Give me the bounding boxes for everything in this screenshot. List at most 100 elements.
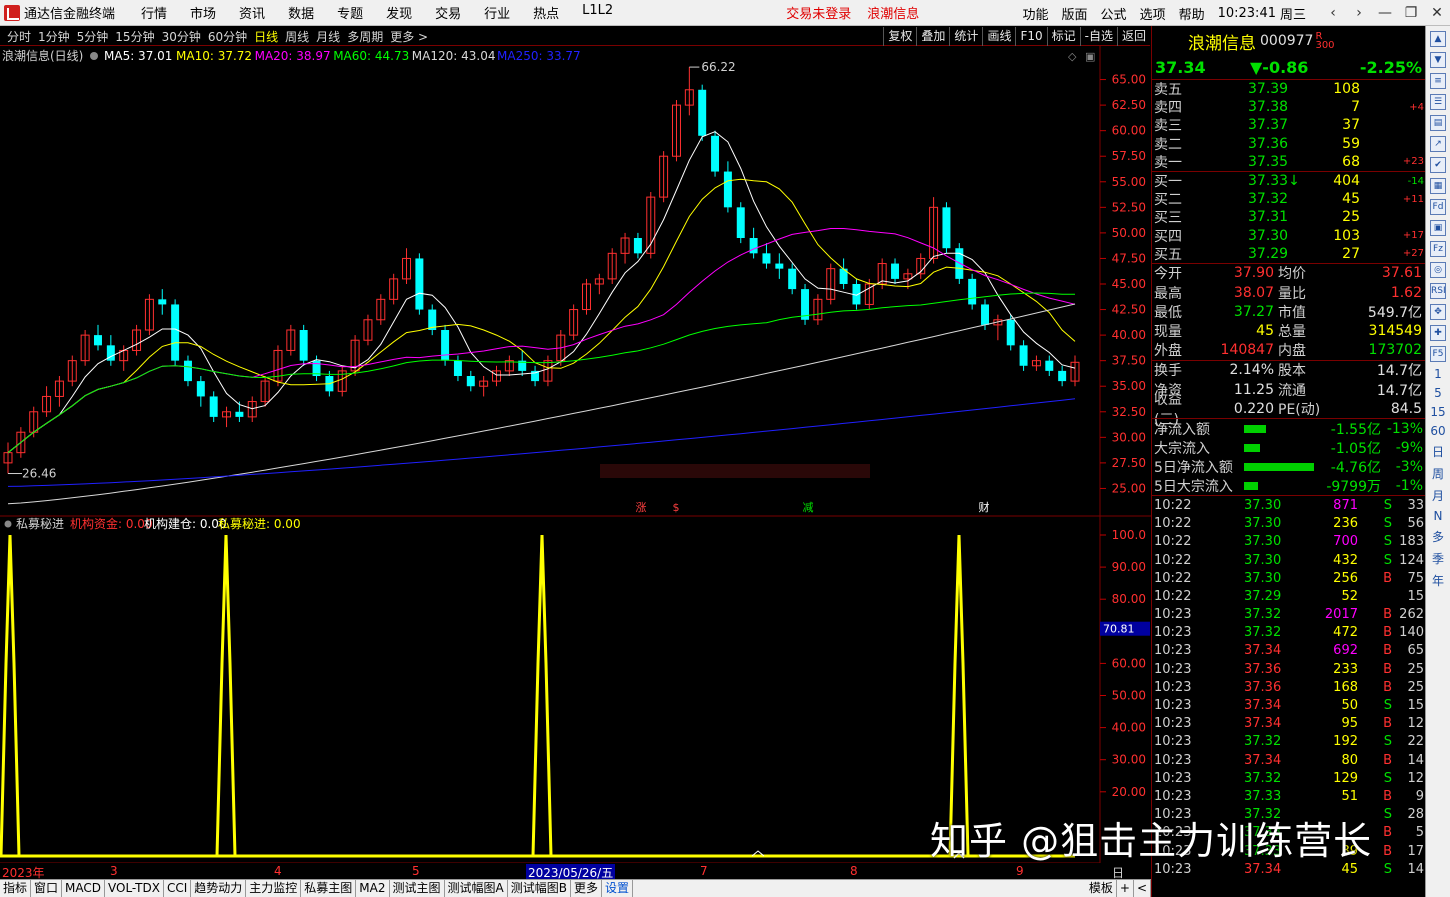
event-mark-1[interactable]: $ bbox=[673, 501, 680, 514]
right-tool-icon[interactable]: ▣ bbox=[1430, 220, 1446, 236]
ask-row[interactable]: 卖三 37.37 37 bbox=[1152, 116, 1425, 134]
right-tool-icon[interactable]: Fd bbox=[1430, 199, 1446, 215]
period-tab-4[interactable]: 30分钟 bbox=[162, 28, 201, 45]
bottom-tab-1[interactable]: 窗口 bbox=[31, 880, 63, 897]
period-tab-5[interactable]: 60分钟 bbox=[208, 28, 247, 45]
right-menu-item-3[interactable]: 选项 bbox=[1140, 4, 1166, 23]
right-tool-icon[interactable]: ☰ bbox=[1430, 94, 1446, 110]
restore-icon[interactable]: ❐ bbox=[1398, 5, 1424, 21]
menu-item-9[interactable]: L1L2 bbox=[582, 3, 613, 22]
bottom-tab-3[interactable]: VOL-TDX bbox=[105, 880, 164, 897]
forward-arrow-icon[interactable]: › bbox=[1346, 5, 1372, 21]
bid-row[interactable]: 买五 37.29 27 +27 bbox=[1152, 245, 1425, 263]
toolbar-btn-3[interactable]: 画线 bbox=[982, 27, 1015, 46]
toolbar-btn-1[interactable]: 叠加 bbox=[916, 27, 949, 46]
toolbar-btn-2[interactable]: 统计 bbox=[949, 27, 982, 46]
right-period-10[interactable]: 年 bbox=[1426, 572, 1450, 589]
event-mark-3[interactable]: 财 bbox=[979, 500, 990, 514]
right-tool-icon[interactable]: ✥ bbox=[1430, 304, 1446, 320]
right-period-3[interactable]: 60 bbox=[1426, 424, 1450, 438]
right-tool-icon[interactable]: ✔ bbox=[1430, 157, 1446, 173]
period-tab-10[interactable]: 更多 > bbox=[390, 28, 428, 45]
period-tab-8[interactable]: 月线 bbox=[316, 28, 340, 45]
right-period-0[interactable]: 1 bbox=[1426, 367, 1450, 381]
bottom-tab-11[interactable]: 测试幅图B bbox=[508, 880, 571, 897]
bottom-tab-10[interactable]: 测试幅图A bbox=[445, 880, 508, 897]
trade-status-link[interactable]: 交易未登录 bbox=[786, 3, 851, 22]
bottom-tab-4[interactable]: CCI bbox=[164, 880, 192, 897]
ask-row[interactable]: 卖一 37.35 68 +23 bbox=[1152, 153, 1425, 171]
bottom-tab-5[interactable]: 趋势动力 bbox=[191, 880, 247, 897]
right-tool-icon[interactable]: ◎ bbox=[1430, 262, 1446, 278]
bottom-tab-6[interactable]: 主力监控 bbox=[246, 880, 302, 897]
right-tool-icon[interactable]: ↗ bbox=[1430, 136, 1446, 152]
bottom-tab-12[interactable]: 更多 bbox=[571, 880, 602, 897]
period-tab-0[interactable]: 分时 bbox=[7, 28, 31, 45]
ask-row[interactable]: 卖五 37.39 108 bbox=[1152, 80, 1425, 98]
right-menu-item-4[interactable]: 帮助 bbox=[1179, 4, 1205, 23]
indicator-settings-icon[interactable] bbox=[4, 520, 12, 528]
period-tab-7[interactable]: 周线 bbox=[285, 28, 309, 45]
toolbar-btn-4[interactable]: F10 bbox=[1015, 27, 1046, 46]
ask-row[interactable]: 卖四 37.38 7 +4 bbox=[1152, 98, 1425, 116]
ask-row[interactable]: 卖二 37.36 59 bbox=[1152, 135, 1425, 153]
right-tool-icon[interactable]: ▦ bbox=[1430, 178, 1446, 194]
right-tool-icon[interactable]: F5 bbox=[1430, 346, 1446, 362]
right-tool-icon[interactable]: Fz bbox=[1430, 241, 1446, 257]
menu-item-0[interactable]: 行情 bbox=[141, 3, 167, 22]
event-mark-2[interactable]: 减 bbox=[803, 501, 814, 514]
toolbar-btn-7[interactable]: 返回 bbox=[1116, 27, 1150, 46]
toolbar-btn-6[interactable]: -自选 bbox=[1079, 27, 1117, 46]
right-menu-item-0[interactable]: 功能 bbox=[1023, 4, 1049, 23]
menu-item-8[interactable]: 热点 bbox=[533, 3, 559, 22]
right-tool-icon[interactable]: RSI bbox=[1430, 283, 1446, 299]
bottom-tab-0[interactable]: 指标 bbox=[0, 880, 32, 897]
bottom-tab-9[interactable]: 测试主图 bbox=[390, 880, 445, 897]
right-period-4[interactable]: 日 bbox=[1426, 443, 1450, 460]
bottom-tab-13[interactable]: 设置 bbox=[602, 880, 633, 897]
bid-row[interactable]: 买二 37.32 45 +11 bbox=[1152, 190, 1425, 208]
bottom-right-btn-1[interactable]: + bbox=[1117, 880, 1134, 897]
right-period-6[interactable]: 月 bbox=[1426, 487, 1450, 504]
right-tool-icon[interactable]: ▤ bbox=[1430, 115, 1446, 131]
right-menu-item-2[interactable]: 公式 bbox=[1101, 4, 1127, 23]
right-period-8[interactable]: 多 bbox=[1426, 528, 1450, 545]
bottom-right-btn-2[interactable]: < bbox=[1134, 880, 1151, 897]
menu-item-1[interactable]: 市场 bbox=[190, 3, 216, 22]
period-tab-9[interactable]: 多周期 bbox=[347, 28, 383, 45]
menu-item-7[interactable]: 行业 bbox=[484, 3, 510, 22]
right-tool-icon[interactable]: ▲ bbox=[1430, 31, 1446, 47]
right-tool-icon[interactable]: ≡ bbox=[1430, 73, 1446, 89]
menu-item-3[interactable]: 数据 bbox=[288, 3, 314, 22]
menu-item-4[interactable]: 专题 bbox=[337, 3, 363, 22]
period-tab-6[interactable]: 日线 bbox=[254, 28, 278, 45]
right-tool-icon[interactable]: ▼ bbox=[1430, 52, 1446, 68]
bottom-right-btn-0[interactable]: 模板 bbox=[1086, 880, 1117, 897]
bottom-tab-8[interactable]: MA2 bbox=[356, 880, 390, 897]
period-tab-3[interactable]: 15分钟 bbox=[115, 28, 154, 45]
bid-row[interactable]: 买三 37.31 25 bbox=[1152, 208, 1425, 226]
period-tab-1[interactable]: 1分钟 bbox=[38, 28, 70, 45]
toolbar-btn-0[interactable]: 复权 bbox=[883, 27, 916, 46]
bid-row[interactable]: 买四 37.30 103 +17 bbox=[1152, 227, 1425, 245]
kline-chart[interactable]: 浪潮信息(日线) MA5: 37.01 MA10: 37.72 MA20: 38.97… bbox=[0, 46, 1151, 863]
right-period-9[interactable]: 季 bbox=[1426, 550, 1450, 567]
bid-row[interactable]: 买一 37.33↓ 404 -14 bbox=[1152, 172, 1425, 190]
close-icon[interactable]: ✕ bbox=[1424, 5, 1450, 21]
right-tool-icon[interactable]: ✚ bbox=[1430, 325, 1446, 341]
right-period-7[interactable]: N bbox=[1426, 509, 1450, 523]
right-period-5[interactable]: 周 bbox=[1426, 465, 1450, 482]
bottom-tab-2[interactable]: MACD bbox=[62, 880, 106, 897]
event-mark-0[interactable]: 涨 bbox=[636, 501, 647, 514]
right-period-1[interactable]: 5 bbox=[1426, 386, 1450, 400]
right-menu-item-1[interactable]: 版面 bbox=[1062, 4, 1088, 23]
menu-item-2[interactable]: 资讯 bbox=[239, 3, 265, 22]
bottom-tab-7[interactable]: 私募主图 bbox=[301, 880, 357, 897]
panel-diamond-icon[interactable]: ◇ bbox=[1068, 50, 1077, 63]
menu-item-6[interactable]: 交易 bbox=[435, 3, 461, 22]
menu-item-5[interactable]: 发现 bbox=[386, 3, 412, 22]
back-arrow-icon[interactable]: ‹ bbox=[1320, 5, 1346, 21]
panel-expand-icon[interactable]: ▣ bbox=[1085, 50, 1095, 63]
ma-settings-icon[interactable] bbox=[90, 52, 98, 60]
period-tab-2[interactable]: 5分钟 bbox=[77, 28, 109, 45]
